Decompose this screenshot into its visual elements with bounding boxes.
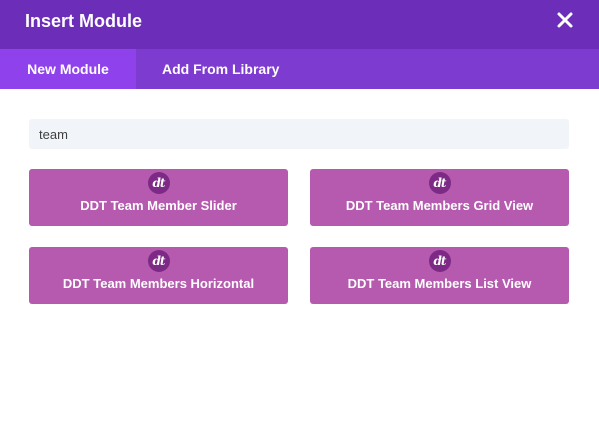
ddt-logo-icon: dt bbox=[428, 250, 451, 272]
ddt-logo-icon: dt bbox=[428, 172, 451, 194]
search-input[interactable] bbox=[29, 119, 569, 149]
ddt-logo-icon: dt bbox=[147, 172, 170, 194]
module-label: DDT Team Member Slider bbox=[80, 198, 237, 213]
module-label: DDT Team Members Grid View bbox=[345, 198, 534, 213]
modal-header: Insert Module bbox=[0, 0, 599, 49]
module-ddt-team-member-slider[interactable]: dt DDT Team Member Slider bbox=[29, 169, 288, 226]
tab-bar: New Module Add From Library bbox=[0, 49, 599, 89]
module-ddt-team-members-list-view[interactable]: dt DDT Team Members List View bbox=[310, 247, 569, 304]
tab-new-module[interactable]: New Module bbox=[0, 49, 136, 89]
module-label: DDT Team Members List View bbox=[347, 276, 532, 291]
close-icon[interactable] bbox=[555, 10, 575, 30]
modal-title: Insert Module bbox=[25, 11, 143, 31]
module-ddt-team-members-grid-view[interactable]: dt DDT Team Members Grid View bbox=[310, 169, 569, 226]
tab-add-from-library[interactable]: Add From Library bbox=[162, 49, 279, 89]
ddt-logo-icon: dt bbox=[147, 250, 170, 272]
module-ddt-team-members-horizontal[interactable]: dt DDT Team Members Horizontal bbox=[29, 247, 288, 304]
module-label: DDT Team Members Horizontal bbox=[62, 276, 255, 291]
insert-module-modal: Insert Module New Module Add From Librar… bbox=[0, 0, 599, 439]
